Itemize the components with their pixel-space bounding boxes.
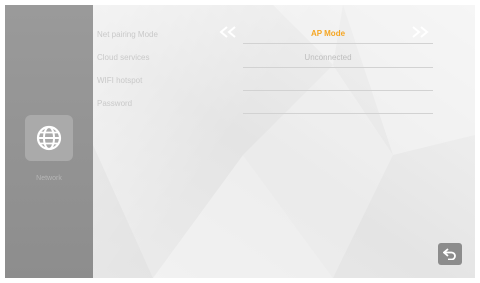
divider — [243, 43, 433, 44]
chevron-right-double-icon[interactable] — [411, 26, 429, 38]
cloud-services-value: Unconnected — [304, 53, 352, 62]
divider — [243, 113, 433, 114]
divider — [243, 90, 433, 91]
sidebar: Network — [5, 5, 93, 278]
sidebar-item-label: Network — [36, 175, 62, 182]
row-label-pairing-mode: Net pairing Mode — [97, 30, 158, 39]
background-pattern — [93, 5, 475, 278]
divider — [243, 67, 433, 68]
chevron-left-double-icon[interactable] — [219, 26, 237, 38]
globe-icon — [36, 125, 62, 151]
sidebar-item-network[interactable] — [25, 115, 73, 161]
back-arrow-icon — [443, 248, 456, 260]
wifi-hotspot-value[interactable] — [243, 76, 413, 86]
row-label-cloud-services: Cloud services — [97, 53, 150, 62]
settings-panel: Net pairing Mode Cloud services WIFI hot… — [93, 5, 475, 278]
screen-frame: Network Net pairing Mode Cloud services … — [5, 5, 475, 278]
back-button[interactable] — [438, 243, 462, 265]
row-label-password: Password — [97, 99, 133, 108]
pairing-mode-value[interactable]: AP Mode — [243, 29, 413, 38]
row-label-wifi-hotspot: WIFI hotspot — [97, 76, 143, 85]
password-value[interactable] — [243, 99, 413, 109]
